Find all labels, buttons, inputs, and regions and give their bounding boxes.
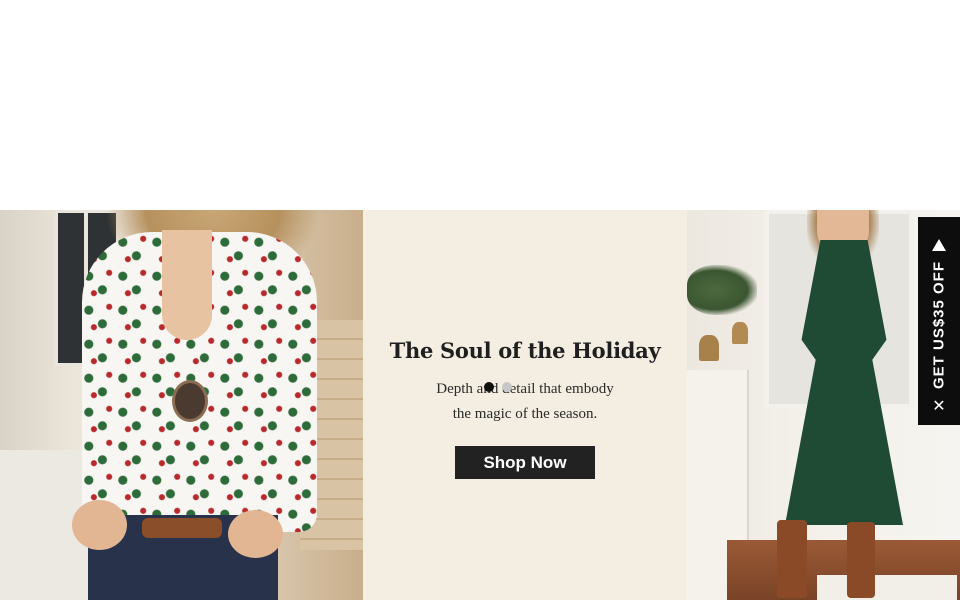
hero-image-left[interactable]: [0, 210, 363, 600]
hero-subline-2: the magic of the season.: [452, 406, 598, 422]
boot-right: [847, 522, 875, 598]
rug-decor: [817, 575, 957, 600]
model-neck: [162, 230, 212, 340]
model-hand-left: [72, 500, 127, 550]
belt: [142, 518, 222, 538]
carousel-dot-1[interactable]: [484, 382, 494, 392]
bell-decor: [732, 322, 748, 344]
carousel-dots: [484, 382, 512, 392]
close-icon[interactable]: ✕: [929, 397, 949, 417]
pendant-necklace: [172, 380, 208, 422]
boot-left: [777, 520, 807, 598]
garland-decor: [687, 265, 757, 315]
carousel-dot-2[interactable]: [502, 382, 512, 392]
model-hand-right: [228, 510, 283, 558]
coupon-side-tab[interactable]: GET US$35 OFF ✕: [918, 217, 960, 425]
triangle-up-icon[interactable]: [932, 239, 946, 251]
hero-text-panel: The Soul of the Holiday Depth and detail…: [363, 210, 687, 600]
header-blank-area: [0, 0, 960, 210]
hero-banner: The Soul of the Holiday Depth and detail…: [0, 210, 960, 600]
bell-decor: [699, 335, 719, 361]
hero-subline-1: Depth and detail that embody: [436, 381, 614, 397]
coupon-label: GET US$35 OFF: [930, 260, 948, 390]
shop-now-button[interactable]: Shop Now: [455, 446, 595, 479]
hero-headline: The Soul of the Holiday: [389, 338, 661, 363]
